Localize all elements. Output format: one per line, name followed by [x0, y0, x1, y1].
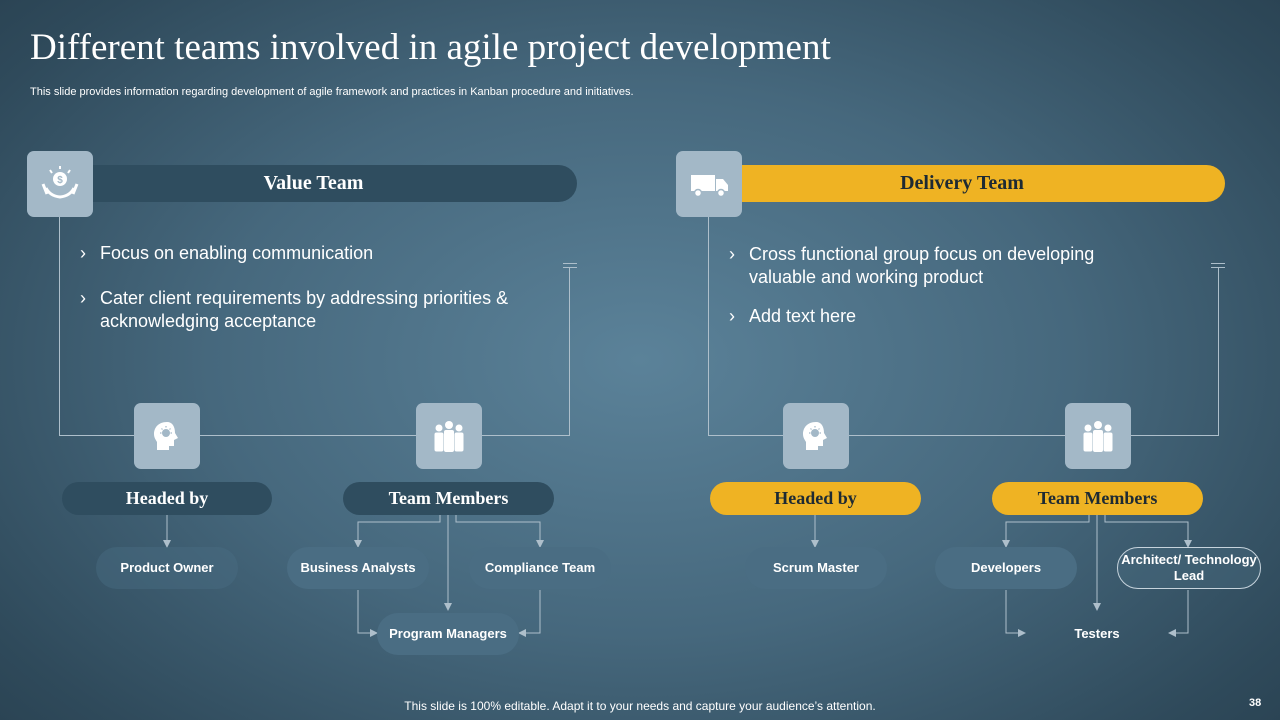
member-testers: Testers [1074, 626, 1120, 641]
member-scrum-master: Scrum Master [745, 547, 887, 589]
member-developers: Developers [935, 547, 1077, 589]
member-business-analysts: Business Analysts [287, 547, 429, 589]
page-number: 38 [1249, 697, 1262, 709]
connector-arrows [163, 515, 1192, 637]
member-compliance-team: Compliance Team [469, 547, 611, 589]
member-product-owner: Product Owner [96, 547, 238, 589]
member-architect-tech-lead: Architect/ Technology Lead [1117, 547, 1261, 589]
footer-note: This slide is 100% editable. Adapt it to… [404, 699, 876, 713]
member-program-managers: Program Managers [377, 613, 519, 655]
